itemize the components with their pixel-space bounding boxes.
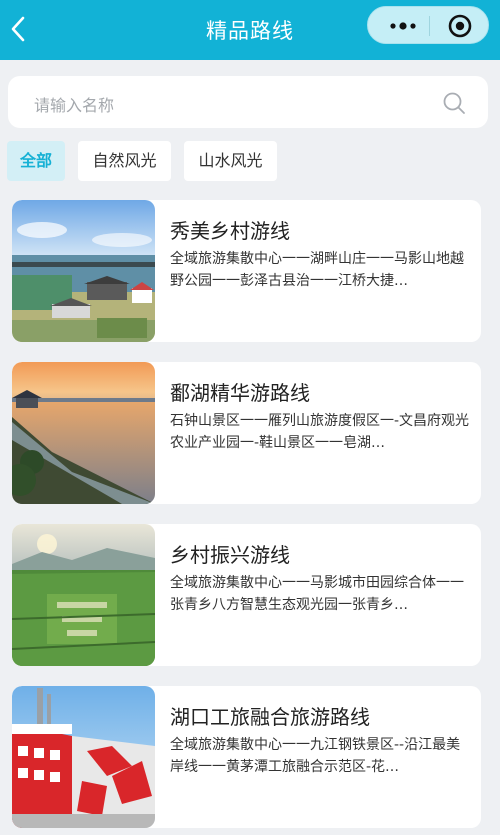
more-dots-icon[interactable] <box>386 16 420 36</box>
header-bar: 精品路线 <box>0 0 500 60</box>
route-description: 石钟山景区一一雁列山旅游度假区一-文昌府观光农业产业园一-鞋山景区一一皂湖… <box>170 413 470 451</box>
search-icon[interactable] <box>442 91 466 115</box>
route-card[interactable]: 秀美乡村游线 全域旅游集散中心一一湖畔山庄一一马影山地越野公园一一彭泽古县治一一… <box>12 200 481 342</box>
route-description: 全域旅游集散中心一一马影城市田园综合体一一张青乡八方智慧生态观光园一张青乡… <box>170 575 464 613</box>
route-image <box>12 524 155 666</box>
target-circle-icon[interactable] <box>448 14 472 38</box>
route-image <box>12 362 155 504</box>
route-image <box>12 686 155 828</box>
tab-natural-scenery[interactable]: 自然风光 <box>78 141 171 181</box>
mini-program-capsule <box>367 6 489 44</box>
route-title: 鄱湖精华游路线 <box>170 381 310 405</box>
route-card[interactable]: 乡村振兴游线 全域旅游集散中心一一马影城市田园综合体一一张青乡八方智慧生态观光园… <box>12 524 481 666</box>
route-title: 秀美乡村游线 <box>170 219 290 243</box>
route-title: 湖口工旅融合旅游路线 <box>170 705 370 729</box>
route-description: 全域旅游集散中心一一九江钢铁景区--沿江最美岸线一一黄茅潭工旅融合示范区-花… <box>170 737 461 775</box>
route-title: 乡村振兴游线 <box>170 543 290 567</box>
search-box[interactable]: 请输入名称 <box>8 76 488 128</box>
tab-landscape-scenery[interactable]: 山水风光 <box>184 141 277 181</box>
route-image <box>12 200 155 342</box>
route-card[interactable]: 鄱湖精华游路线 石钟山景区一一雁列山旅游度假区一-文昌府观光农业产业园一-鞋山景… <box>12 362 481 504</box>
route-card[interactable]: 湖口工旅融合旅游路线 全域旅游集散中心一一九江钢铁景区--沿江最美岸线一一黄茅潭… <box>12 686 481 828</box>
tab-all[interactable]: 全部 <box>7 141 65 181</box>
capsule-divider <box>429 16 430 36</box>
search-input[interactable]: 请输入名称 <box>34 92 114 116</box>
route-description: 全域旅游集散中心一一湖畔山庄一一马影山地越野公园一一彭泽古县治一一江桥大捷… <box>170 251 464 289</box>
